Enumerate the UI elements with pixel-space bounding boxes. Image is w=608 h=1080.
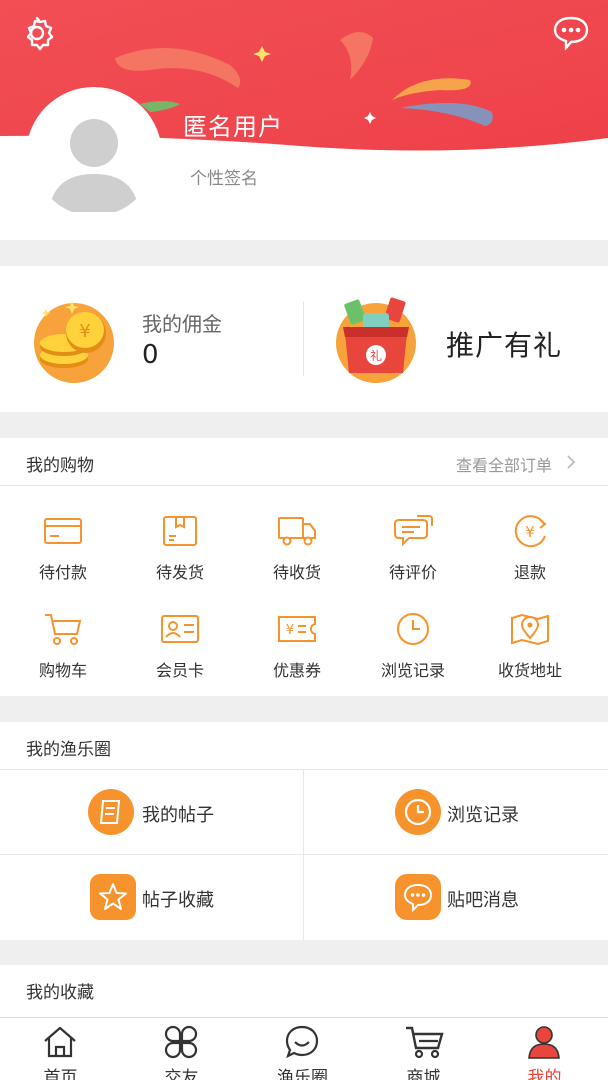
svg-text:¥: ¥ <box>525 523 535 541</box>
tab-label: 渔乐圈 <box>277 1068 328 1080</box>
grid-item-browse-history[interactable]: 浏览记录 <box>352 612 474 692</box>
grid-item-label: 待收货 <box>272 563 321 582</box>
grid-item-label: 优惠券 <box>272 661 321 680</box>
grid-item-refund[interactable]: ¥ 退款 <box>469 514 591 594</box>
svg-text:¥: ¥ <box>286 623 294 638</box>
grid-item-cart[interactable]: 购物车 <box>2 612 124 692</box>
star-icon <box>90 874 136 920</box>
tab-label: 首页 <box>43 1068 78 1080</box>
circle-item-label: 浏览记录 <box>447 805 519 826</box>
tab-mine[interactable]: 我的 <box>484 1018 605 1080</box>
section-title: 我的渔乐圈 <box>26 740 111 760</box>
tab-label: 商城 <box>406 1068 441 1080</box>
commission-label[interactable]: 我的佣金 <box>142 308 222 337</box>
gift-box-icon[interactable]: 礼 <box>333 293 419 385</box>
clock-icon <box>397 613 429 645</box>
chat-bubble-icon <box>285 1025 319 1059</box>
circle-item-browse-history[interactable]: 浏览记录 <box>304 770 608 855</box>
grid-item-pending-receipt[interactable]: 待收货 <box>236 514 358 594</box>
circle-header: 我的渔乐圈 <box>0 722 608 770</box>
grid-item-address[interactable]: 收货地址 <box>469 612 591 692</box>
tab-mall[interactable]: 商城 <box>363 1018 484 1080</box>
profile-header: 匿名用户 个性签名 <box>0 0 608 240</box>
home-icon <box>44 1026 76 1058</box>
commission-value: 0 <box>142 340 159 370</box>
cart-icon <box>45 614 82 645</box>
grid-item-pending-review[interactable]: 待评价 <box>352 514 474 594</box>
grid-item-label: 待评价 <box>388 563 437 582</box>
coins-icon[interactable]: ¥ <box>28 293 120 385</box>
map-pin-icon <box>511 613 549 646</box>
grid-item-pending-shipment[interactable]: 待发货 <box>119 514 241 594</box>
grid-item-label: 会员卡 <box>155 661 204 680</box>
tab-label: 我的 <box>527 1068 562 1080</box>
tab-label: 交友 <box>164 1068 199 1080</box>
tab-fishing-circle[interactable]: 渔乐圈 <box>242 1018 363 1080</box>
circle-item-forum-messages[interactable]: 贴吧消息 <box>304 855 608 940</box>
post-icon <box>88 789 134 835</box>
settings-gear-icon[interactable] <box>18 14 56 52</box>
shopping-header[interactable]: 我的购物 查看全部订单 <box>0 438 608 486</box>
grid-item-label: 收货地址 <box>497 661 562 680</box>
cart-icon <box>406 1026 444 1059</box>
clover-icon <box>164 1025 198 1059</box>
member-card-icon <box>161 615 199 643</box>
circle-item-post-favorites[interactable]: 帖子收藏 <box>0 855 304 940</box>
svg-text:¥: ¥ <box>79 321 90 342</box>
grid-item-pending-payment[interactable]: 待付款 <box>2 514 124 594</box>
person-icon <box>528 1026 560 1059</box>
promo-label[interactable]: 推广有礼 <box>446 324 562 364</box>
grid-item-label: 浏览记录 <box>380 661 445 680</box>
default-avatar-icon <box>49 119 139 212</box>
circle-item-label: 我的帖子 <box>142 805 214 826</box>
grid-item-label: 购物车 <box>38 661 87 680</box>
svg-text:礼: 礼 <box>370 348 382 363</box>
view-all-orders-link[interactable]: 查看全部订单 <box>456 452 552 476</box>
circle-item-my-posts[interactable]: 我的帖子 <box>0 770 304 855</box>
section-title: 我的购物 <box>26 456 94 476</box>
grid-item-coupon[interactable]: ¥ 优惠券 <box>236 612 358 692</box>
circle-section: 我的渔乐圈 我的帖子 浏览记录 帖子收藏 贴吧消息 <box>0 722 608 940</box>
comment-icon <box>394 515 433 547</box>
tab-home[interactable]: 首页 <box>0 1018 121 1080</box>
coupon-icon: ¥ <box>278 616 316 642</box>
refund-icon: ¥ <box>514 515 547 548</box>
grid-item-member-card[interactable]: 会员卡 <box>119 612 241 692</box>
message-icon[interactable] <box>552 14 590 50</box>
package-icon <box>163 516 197 546</box>
tab-friends[interactable]: 交友 <box>121 1018 242 1080</box>
chevron-right-icon <box>567 455 576 469</box>
bottom-tab-bar: 首页 交友 渔乐圈 商城 我的 <box>0 1017 608 1080</box>
clock-icon <box>395 789 441 835</box>
avatar[interactable] <box>33 94 155 216</box>
grid-item-label: 待付款 <box>38 563 87 582</box>
divider <box>303 302 304 376</box>
grid-item-label: 待发货 <box>155 563 204 582</box>
username[interactable]: 匿名用户 <box>183 107 283 142</box>
message-icon <box>395 874 441 920</box>
favorites-section[interactable]: 我的收藏 <box>0 965 608 1025</box>
section-title: 我的收藏 <box>26 983 94 1003</box>
signature[interactable]: 个性签名 <box>190 164 258 189</box>
circle-item-label: 贴吧消息 <box>447 890 519 911</box>
truck-icon <box>278 517 316 546</box>
shopping-section: 我的购物 查看全部订单 待付款 待发货 待收货 待评价 ¥ 退款 购物车 会员卡… <box>0 438 608 696</box>
circle-item-label: 帖子收藏 <box>142 890 214 911</box>
card-icon <box>44 518 82 544</box>
grid-item-label: 退款 <box>513 563 546 582</box>
